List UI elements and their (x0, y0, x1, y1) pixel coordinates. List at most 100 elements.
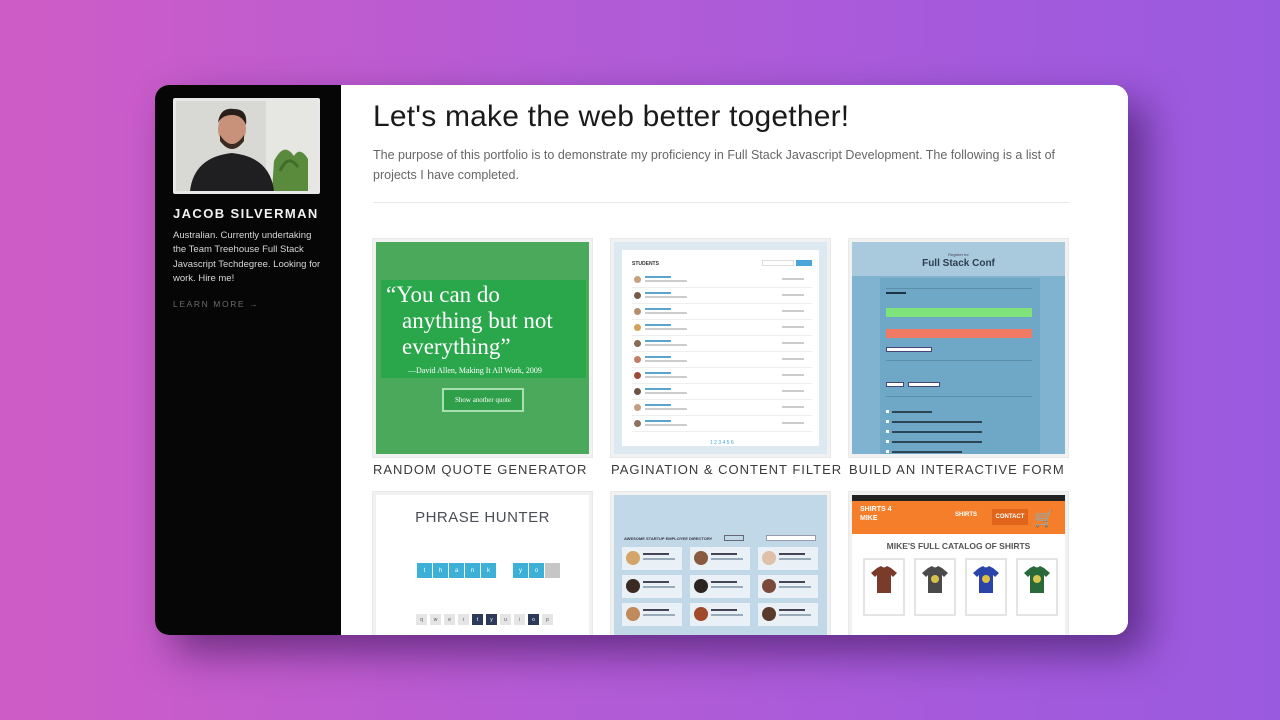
project-card-phrase-hunter[interactable]: PHRASE HUNTER t h a n k y o q w e r t y … (373, 492, 592, 635)
student-list-page: STUDENTS 1 2 3 4 5 6 (622, 250, 819, 446)
search-input (766, 535, 816, 541)
letter-tile: n (465, 563, 480, 578)
space-tile (497, 563, 512, 578)
project-card-interactive-form[interactable]: Register for Full Stack Conf BUILD AN IN… (849, 239, 1068, 477)
activity-text (892, 441, 982, 443)
key: w (430, 614, 441, 625)
hidden-tile (545, 563, 560, 578)
key: t (472, 614, 483, 625)
employee-card (622, 547, 682, 570)
show-another-quote-button: Show another quote (442, 388, 524, 412)
list-item (632, 306, 812, 320)
email-field (886, 329, 1032, 338)
directory-heading: AWESOME STARTUP EMPLOYEE DIRECTORY (624, 536, 713, 541)
project-thumbnail[interactable]: SHIRTS 4 MIKE SHIRTS CONTACT 🛒 MIKE'S FU… (849, 492, 1068, 635)
list-item (632, 322, 812, 336)
list-item (632, 402, 812, 416)
employee-card (690, 547, 750, 570)
employee-card (758, 547, 818, 570)
project-thumbnail[interactable]: Register for Full Stack Conf (849, 239, 1068, 457)
nav-contact: CONTACT (992, 509, 1028, 525)
quote-attribution: —David Allen, Making It All Work, 2009 (408, 366, 542, 375)
pagination-links: 1 2 3 4 5 6 (710, 440, 734, 446)
search-input (762, 260, 794, 266)
letter-tile: o (529, 563, 544, 578)
project-thumbnail[interactable]: “You can do anything but not everything”… (373, 239, 592, 457)
form-section-line (886, 396, 1032, 397)
activity-text (892, 411, 932, 413)
list-item (632, 274, 812, 288)
profile-name: JACOB SILVERMAN (173, 206, 319, 221)
project-grid: “You can do anything but not everything”… (373, 239, 1128, 635)
activity-text (892, 431, 982, 433)
cart-icon: 🛒 (1034, 511, 1054, 528)
shirts-logo: SHIRTS 4 MIKE (860, 506, 892, 522)
list-item (632, 370, 812, 384)
form-section-line (886, 360, 1032, 361)
job-role-select (886, 347, 932, 352)
form-heading: Full Stack Conf (922, 258, 995, 269)
key: u (500, 614, 511, 625)
phrase-hunter-heading: PHRASE HUNTER (415, 509, 550, 526)
project-card-random-quote[interactable]: “You can do anything but not everything”… (373, 239, 592, 477)
project-label: PAGINATION & CONTENT FILTER (611, 462, 843, 477)
key: p (542, 614, 553, 625)
activity-checkbox (886, 420, 889, 423)
employee-card (758, 603, 818, 626)
divider (373, 202, 1069, 203)
shirt-item (1016, 558, 1058, 616)
key: q (416, 614, 427, 625)
activity-checkbox (886, 440, 889, 443)
shirt-item (914, 558, 956, 616)
activity-text (892, 421, 982, 423)
letter-tile: y (513, 563, 528, 578)
phrase-tiles: t h a n k y o (417, 563, 560, 578)
activity-checkbox (886, 450, 889, 453)
shirt-icon (871, 566, 897, 593)
project-thumbnail[interactable]: STUDENTS 1 2 3 4 5 6 (611, 239, 830, 457)
main-content: Let's make the web better together! The … (341, 85, 1128, 635)
key: y (486, 614, 497, 625)
activity-checkbox (886, 410, 889, 413)
project-thumbnail[interactable]: AWESOME STARTUP EMPLOYEE DIRECTORY (611, 492, 830, 635)
nav-shirts: SHIRTS (955, 512, 978, 518)
project-label: RANDOM QUOTE GENERATOR (373, 462, 588, 477)
students-heading: STUDENTS (632, 261, 659, 267)
catalog-heading: MIKE'S FULL CATALOG OF SHIRTS (886, 541, 1031, 551)
learn-more-link[interactable]: LEARN MORE → (173, 299, 341, 309)
shirt-item (863, 558, 905, 616)
shirt-icon (922, 566, 948, 593)
profile-bio: Australian. Currently undertaking the Te… (173, 230, 321, 284)
letter-tile: t (417, 563, 432, 578)
activity-checkbox (886, 430, 889, 433)
project-card-pagination[interactable]: STUDENTS 1 2 3 4 5 6 PAGINATION & CONTEN… (611, 239, 843, 477)
shirt-icon (973, 566, 999, 593)
quote-line: anything but not (402, 308, 553, 333)
employee-card (758, 575, 818, 598)
list-item (632, 418, 812, 432)
size-select (886, 382, 904, 387)
shirt-icon (1024, 566, 1050, 593)
project-card-shirts-catalog[interactable]: SHIRTS 4 MIKE SHIRTS CONTACT 🛒 MIKE'S FU… (849, 492, 1068, 635)
name-field (886, 308, 1032, 317)
letter-tile: h (433, 563, 448, 578)
list-item (632, 354, 812, 368)
form-label (886, 292, 906, 294)
list-item (632, 386, 812, 400)
project-card-employee-directory[interactable]: AWESOME STARTUP EMPLOYEE DIRECTORY (611, 492, 830, 635)
employee-card (690, 575, 750, 598)
key: r (458, 614, 469, 625)
letter-tile: a (449, 563, 464, 578)
project-thumbnail[interactable]: PHRASE HUNTER t h a n k y o q w e r t y … (373, 492, 592, 635)
employee-card (690, 603, 750, 626)
form-kicker: Register for (948, 252, 969, 257)
quote-text: “You can do anything but not everything” (386, 282, 586, 360)
directory-filter (724, 535, 744, 541)
key: o (528, 614, 539, 625)
page-description: The purpose of this portfolio is to demo… (373, 148, 1056, 182)
search-button (796, 260, 812, 266)
profile-photo-image (176, 101, 317, 191)
letter-tile: k (481, 563, 496, 578)
portfolio-window: JACOB SILVERMAN Australian. Currently un… (155, 85, 1128, 635)
employee-card (622, 603, 682, 626)
